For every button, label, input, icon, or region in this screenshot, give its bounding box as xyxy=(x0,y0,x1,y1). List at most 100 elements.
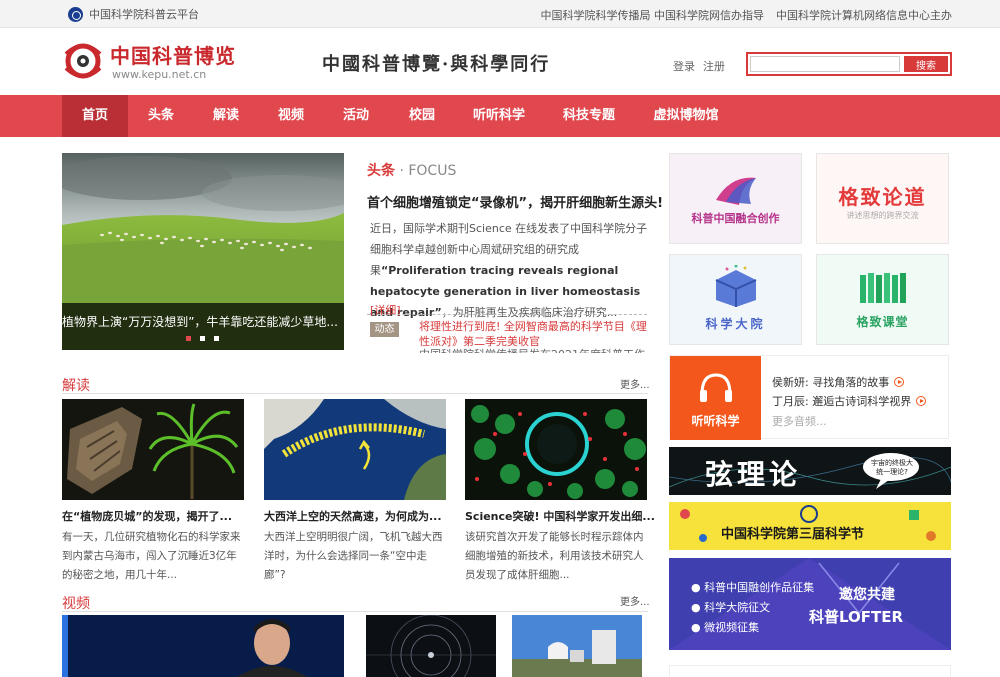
banner-string-theory-bubble: 宇宙的终极大统一理论? xyxy=(871,459,913,476)
nav-museum[interactable]: 虚拟博物馆 xyxy=(648,95,724,137)
video-more-link[interactable]: 更多... xyxy=(620,593,650,608)
cas-logo-icon xyxy=(68,6,83,22)
lofter-item-3[interactable]: ● 微视频征集 xyxy=(691,618,814,638)
platform-name[interactable]: 中国科学院科普云平台 xyxy=(89,6,199,22)
dynamic-tag: 动态 xyxy=(370,322,399,337)
tile-kepu-china[interactable]: 科普中国融合创作 xyxy=(669,153,802,244)
banner-string-theory-title: 弦理论 xyxy=(705,458,802,491)
register-link[interactable]: 注册 xyxy=(703,58,725,74)
headline-label-en: FOCUS xyxy=(408,163,457,179)
audio-item-2[interactable]: 丁月辰: 邂逅古诗词科学视界 xyxy=(772,393,927,409)
play-icon[interactable] xyxy=(916,396,927,406)
tile-science-yard-label: 科学大院 xyxy=(705,317,766,331)
video-thumb-observatory[interactable] xyxy=(512,615,642,677)
audio-item-1[interactable]: 侯新妍: 寻找角落的故事 xyxy=(772,374,905,390)
search-box: 搜索 xyxy=(746,52,952,76)
kepu-logo-icon xyxy=(64,43,102,79)
nav-topics[interactable]: 科技专题 xyxy=(558,95,620,137)
site-header: 中国科普博览 www.kepu.net.cn 中國科普博覽·與科學同行 登录 注… xyxy=(0,28,1000,95)
video-thumb-orbit[interactable] xyxy=(366,615,496,677)
headline-title[interactable]: 首个细胞增殖锁定“录像机”，揭开肝细胞新生源头! xyxy=(367,192,663,211)
video-thumb-speaker[interactable] xyxy=(62,615,344,677)
brand-url: www.kepu.net.cn xyxy=(112,68,207,81)
banner-string-theory[interactable]: 弦理论 宇宙的终极大统一理论? xyxy=(669,447,951,495)
site-slogan: 中國科普博覽·與科學同行 xyxy=(322,54,551,75)
nav-home[interactable]: 首页 xyxy=(62,95,128,137)
sponsor-links: 中国科学院科学传播局 中国科学院网信办指导 中国科学院计算机网络信息中心主办 xyxy=(541,7,953,23)
listen-science-badge[interactable]: 听听科学 xyxy=(670,356,761,440)
video-divider xyxy=(62,611,648,612)
slider-dot-1[interactable] xyxy=(186,336,191,341)
jiedu-more-link[interactable]: 更多... xyxy=(620,376,650,391)
headline-label: 头条 · FOCUS xyxy=(367,160,456,180)
dynamic-news-link[interactable]: 将理性进行到底! 全网智商最高的科学节目《理性派对》第二季完美收官 xyxy=(419,319,649,349)
science-yard-icon xyxy=(715,265,757,307)
tile-gezhi-classroom-label: 格致课堂 xyxy=(856,315,909,329)
banner-science-festival[interactable]: 中国科学院第三届科学节 xyxy=(669,502,951,550)
lofter-item-2[interactable]: ● 科学大院征文 xyxy=(691,598,814,618)
lofter-item-1-text: 科普中国融创作品征集 xyxy=(704,581,815,594)
tile-science-yard[interactable]: 科学大院 xyxy=(669,254,802,345)
search-input[interactable] xyxy=(750,56,900,72)
kepu-china-icon xyxy=(716,177,756,205)
lofter-item-2-text: 科学大院征文 xyxy=(704,601,771,614)
tile-gezhi-classroom[interactable]: 格致课堂 xyxy=(816,254,949,345)
headline-label-sep: · xyxy=(395,163,409,179)
auth-links: 登录 注册 xyxy=(673,58,725,74)
top-bar: 中国科学院科普云平台 中国科学院科学传播局 中国科学院网信办指导 中国科学院计算… xyxy=(0,0,1000,28)
tile-gezhi-lundao-label: 格致论道 xyxy=(838,185,927,209)
sponsor-guide[interactable]: 中国科学院科学传播局 中国科学院网信办指导 xyxy=(541,7,765,23)
hero-caption[interactable]: 植物界上演“万万没想到”，牛羊靠吃还能减少草地... xyxy=(62,303,344,350)
banner-lofter-title-2: 科普LOFTER xyxy=(809,608,904,626)
main-nav: 首页 头条 解读 视频 活动 校园 听听科学 科技专题 虚拟博物馆 xyxy=(0,95,1000,137)
headline-more-link[interactable]: [详细] xyxy=(370,302,401,318)
tile-kepu-china-label: 科普中国融合创作 xyxy=(691,212,780,225)
audio-item-2-title: 丁月辰: 邂逅古诗词科学视界 xyxy=(772,395,912,408)
banner-lofter[interactable]: ● 科普中国融创作品征集 ● 科学大院征文 ● 微视频征集 邀您共建 科普LOF… xyxy=(669,558,951,650)
headline-label-main: 头条 xyxy=(367,163,395,179)
tile-gezhi-lundao[interactable]: 格致论道 讲述思想的跨界交流 xyxy=(816,153,949,244)
headphones-icon xyxy=(700,373,732,402)
nav-campus[interactable]: 校园 xyxy=(398,95,446,137)
nav-toutiao[interactable]: 头条 xyxy=(136,95,186,137)
jiedu-divider xyxy=(62,393,648,394)
card-image-liver-cells[interactable] xyxy=(465,399,647,500)
banner-lofter-list: ● 科普中国融创作品征集 ● 科学大院征文 ● 微视频征集 xyxy=(691,578,814,638)
login-link[interactable]: 登录 xyxy=(673,58,695,74)
listen-science-panel: 听听科学 侯新妍: 寻找角落的故事 丁月辰: 邂逅古诗词科学视界 更多音频... xyxy=(669,355,949,440)
search-button[interactable]: 搜索 xyxy=(904,56,948,72)
tile-gezhi-sub: 讲述思想的跨界交流 xyxy=(846,211,919,220)
slider-dot-2[interactable] xyxy=(200,336,205,341)
nav-video[interactable]: 视频 xyxy=(267,95,315,137)
section-title-jiedu[interactable]: 解读 xyxy=(62,375,90,395)
hero-slider[interactable]: 植物界上演“万万没想到”，牛羊靠吃还能减少草地... xyxy=(62,153,344,350)
card-image-atlantic[interactable] xyxy=(264,399,446,500)
dynamic-news-next[interactable]: 中国科学院科学传播局发布2021年度科普工作要点 xyxy=(419,347,649,353)
listen-science-title: 听听科学 xyxy=(691,414,740,428)
lofter-item-3-text: 微视频征集 xyxy=(704,621,760,634)
headline-body-2: ，为肝脏再生及疾病临床治疗研究... xyxy=(441,306,618,319)
card-title-fossil[interactable]: 在“植物庞贝城”的发现，揭开了... xyxy=(62,508,232,524)
brand-name: 中国科普博览 xyxy=(110,44,236,68)
site-logo[interactable]: 中国科普博览 www.kepu.net.cn xyxy=(62,38,242,88)
nav-listen[interactable]: 听听科学 xyxy=(468,95,530,137)
card-title-liver[interactable]: Science突破! 中国科学家开发出细... xyxy=(465,508,655,524)
card-desc-liver: 该研究首次开发了能够长时程示踪体内细胞增殖的新技术，利用该技术研究人员发现了成体… xyxy=(465,531,644,581)
section-title-video[interactable]: 视频 xyxy=(62,593,90,613)
banner-science-festival-title: 中国科学院第三届科学节 xyxy=(721,527,865,542)
next-panel-edge xyxy=(669,665,951,677)
slider-dot-3[interactable] xyxy=(214,336,219,341)
nav-activity[interactable]: 活动 xyxy=(332,95,380,137)
audio-more-link[interactable]: 更多音频... xyxy=(772,413,827,429)
card-title-atlantic[interactable]: 大西洋上空的天然高速，为何成为... xyxy=(264,508,442,524)
sponsor-host[interactable]: 中国科学院计算机网络信息中心主办 xyxy=(776,7,952,23)
headline-body: 近日，国际学术期刊Science 在线发表了中国科学院分子细胞科学卓越创新中心周… xyxy=(370,218,648,323)
hero-caption-text: 植物界上演“万万没想到”，牛羊靠吃还能减少草地... xyxy=(62,315,338,329)
headline-divider xyxy=(367,314,647,315)
audio-item-1-title: 侯新妍: 寻找角落的故事 xyxy=(772,376,890,389)
play-icon[interactable] xyxy=(894,377,905,387)
card-desc-fossil: 有一天，几位研究植物化石的科学家来到内蒙古乌海市，闯入了沉睡近3亿年的秘密之地，… xyxy=(62,531,241,581)
lofter-item-1[interactable]: ● 科普中国融创作品征集 xyxy=(691,578,814,598)
nav-jiedu[interactable]: 解读 xyxy=(202,95,250,137)
card-image-fossil[interactable] xyxy=(62,399,244,500)
